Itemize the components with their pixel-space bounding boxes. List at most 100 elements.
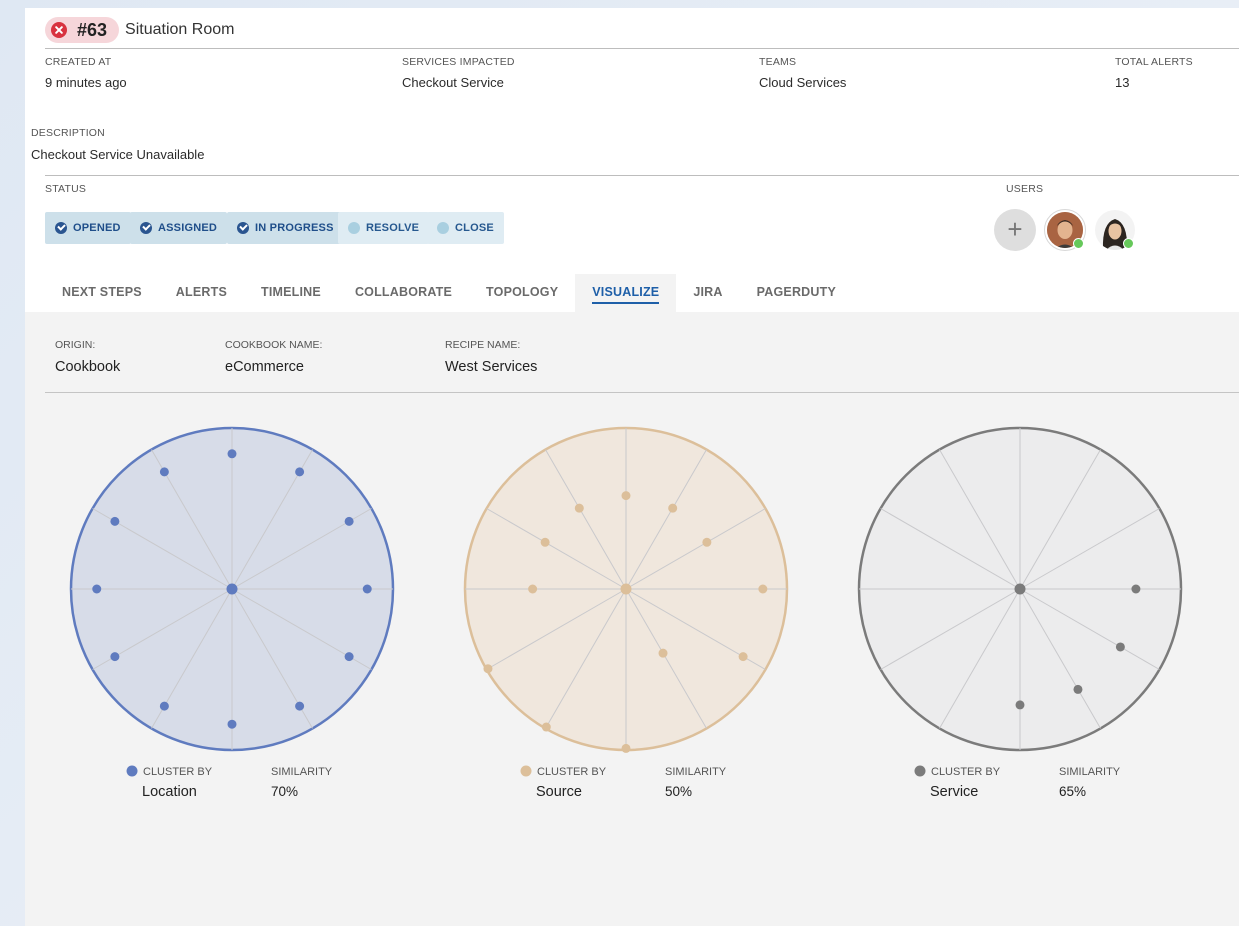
cluster-chart-source[interactable]: CLUSTER BY Source SIMILARITY 50% — [463, 426, 789, 800]
tab-topology[interactable]: TOPOLOGY — [469, 274, 575, 312]
status-in-progress-button[interactable]: IN PROGRESS — [227, 212, 344, 244]
divider — [45, 392, 1239, 393]
data-point — [528, 584, 538, 594]
total-alerts-label: TOTAL ALERTS — [1115, 56, 1193, 68]
data-point — [362, 584, 372, 594]
close-circle-icon — [51, 22, 67, 38]
data-point — [758, 584, 768, 594]
data-point — [110, 516, 120, 526]
circle-icon — [437, 222, 449, 234]
created-at-label: CREATED AT — [45, 56, 112, 68]
similarity-label: SIMILARITY — [271, 766, 333, 778]
similarity-value: 70% — [271, 784, 298, 799]
center-point — [1014, 583, 1026, 595]
similarity-label: SIMILARITY — [1059, 766, 1121, 778]
total-alerts-value: 13 — [1115, 75, 1130, 90]
data-point — [1131, 584, 1141, 594]
tab-collaborate[interactable]: COLLABORATE — [338, 274, 469, 312]
title-row: #63 Situation Room — [45, 17, 234, 43]
teams-label: TEAMS — [759, 56, 797, 68]
tab-pagerduty[interactable]: PAGERDUTY — [740, 274, 853, 312]
data-point — [295, 467, 305, 477]
check-circle-icon — [140, 222, 152, 234]
divider — [45, 48, 1239, 49]
data-point — [574, 503, 584, 513]
data-point — [738, 652, 748, 662]
status-close-button[interactable]: CLOSE — [427, 212, 504, 244]
data-point — [92, 584, 102, 594]
situation-id: #63 — [77, 19, 108, 40]
check-circle-icon — [55, 222, 67, 234]
services-impacted-value[interactable]: Checkout Service — [402, 75, 504, 90]
divider — [45, 175, 1239, 176]
online-status-icon — [1123, 238, 1134, 249]
page-title: Situation Room — [125, 21, 235, 38]
data-point — [1015, 700, 1025, 710]
tab-bar: NEXT STEPS ALERTS TIMELINE COLLABORATE T… — [45, 274, 853, 312]
users-label: USERS — [1006, 183, 1044, 195]
services-impacted-label: SERVICES IMPACTED — [402, 56, 515, 68]
cluster-by-label: CLUSTER BY — [143, 766, 213, 778]
teams-value[interactable]: Cloud Services — [759, 75, 846, 90]
cluster-charts: CLUSTER BY Location SIMILARITY 70% CLUSTER … — [69, 426, 1183, 800]
tab-jira[interactable]: JIRA — [676, 274, 739, 312]
cluster-by-value: Location — [142, 784, 197, 800]
cluster-chart-service[interactable]: CLUSTER BY Service SIMILARITY 65% — [857, 426, 1183, 800]
data-point — [344, 516, 354, 526]
recipe-name-label: RECIPE NAME: — [445, 339, 521, 351]
situation-id-badge[interactable]: #63 — [45, 17, 120, 43]
data-point — [668, 503, 678, 513]
legend-dot-icon — [914, 765, 926, 777]
data-point — [227, 449, 237, 459]
description-value: Checkout Service Unavailable — [31, 147, 205, 162]
data-point — [159, 467, 169, 477]
origin-label: ORIGIN: — [55, 339, 96, 351]
cookbook-name-value[interactable]: eCommerce — [225, 359, 304, 375]
status-opened-button[interactable]: OPENED — [45, 212, 131, 244]
data-point — [621, 743, 631, 753]
data-point — [541, 722, 551, 732]
legend-dot-icon — [126, 765, 138, 777]
created-at-value: 9 minutes ago — [45, 75, 127, 90]
data-point — [702, 537, 712, 547]
data-point — [1115, 642, 1125, 652]
cluster-by-label: CLUSTER BY — [537, 766, 607, 778]
data-point — [658, 648, 668, 658]
data-point — [483, 664, 493, 674]
add-user-button[interactable]: + — [994, 209, 1036, 251]
status-resolve-button[interactable]: RESOLVE — [338, 212, 430, 244]
description-label: DESCRIPTION — [31, 127, 105, 139]
online-status-icon — [1073, 238, 1084, 249]
status-label: STATUS — [45, 183, 87, 195]
similarity-value: 65% — [1059, 784, 1086, 799]
tab-next-steps[interactable]: NEXT STEPS — [45, 274, 159, 312]
origin-value: Cookbook — [55, 359, 121, 375]
visualize-content: ORIGIN: Cookbook COOKBOOK NAME: eCommerc… — [25, 312, 1239, 926]
data-point — [540, 537, 550, 547]
tab-timeline[interactable]: TIMELINE — [244, 274, 338, 312]
data-point — [110, 652, 120, 662]
similarity-label: SIMILARITY — [665, 766, 727, 778]
data-point — [227, 719, 237, 729]
circle-icon — [348, 222, 360, 234]
cluster-chart-location[interactable]: CLUSTER BY Location SIMILARITY 70% — [69, 426, 395, 800]
cluster-by-value: Source — [536, 784, 582, 800]
data-point — [344, 652, 354, 662]
center-point — [226, 583, 238, 595]
avatar-user-2[interactable] — [1094, 209, 1136, 251]
situation-room-panel: #63 Situation Room CREATED AT 9 minutes … — [25, 8, 1239, 926]
tab-alerts[interactable]: ALERTS — [159, 274, 244, 312]
cluster-by-label: CLUSTER BY — [931, 766, 1001, 778]
data-point — [1073, 684, 1083, 694]
avatar-user-1[interactable] — [1044, 209, 1086, 251]
recipe-name-value[interactable]: West Services — [445, 359, 537, 375]
data-point — [159, 701, 169, 711]
data-point — [621, 491, 631, 501]
tab-visualize[interactable]: VISUALIZE — [575, 274, 677, 312]
cluster-by-value: Service — [930, 784, 978, 800]
legend-dot-icon — [520, 765, 532, 777]
similarity-value: 50% — [665, 784, 692, 799]
status-assigned-button[interactable]: ASSIGNED — [130, 212, 228, 244]
check-circle-icon — [237, 222, 249, 234]
center-point — [620, 583, 632, 595]
